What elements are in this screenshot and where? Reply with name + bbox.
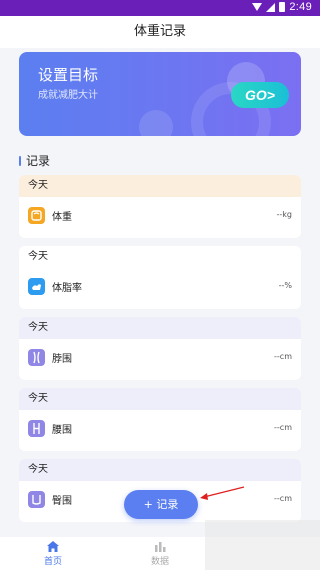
- record-name: 腰围: [52, 425, 72, 436]
- watermark-overlay: [205, 520, 320, 570]
- battery-icon: [279, 2, 286, 12]
- add-record-button[interactable]: + 记录: [124, 490, 198, 519]
- record-name: 脖围: [52, 354, 72, 365]
- banner-subtitle: 成就减肥大计: [38, 90, 98, 101]
- status-time: 2:49: [289, 1, 312, 13]
- tab-data-label: 数据: [150, 557, 169, 567]
- record-value: --cm: [274, 494, 292, 503]
- record-value: --cm: [274, 352, 292, 361]
- section-accent-bar: [19, 155, 21, 166]
- record-name: 体重: [52, 212, 72, 223]
- goal-banner[interactable]: 设置目标 成就减肥大计 GO>: [19, 52, 301, 136]
- body-fat-icon: [28, 278, 45, 295]
- section-title-label: 记录: [26, 154, 51, 168]
- annotation-arrow-icon: [200, 486, 245, 500]
- bar-chart-icon: [155, 542, 166, 552]
- record-name: 体脂率: [52, 283, 82, 294]
- go-button[interactable]: GO>: [231, 82, 289, 108]
- record-date: 今天: [19, 317, 301, 339]
- banner-decoration: [139, 110, 173, 136]
- record-date: 今天: [19, 246, 301, 268]
- record-name: 臀围: [52, 496, 72, 507]
- record-card-body-fat[interactable]: 今天 体脂率 --%: [19, 246, 301, 309]
- waist-icon: [28, 420, 45, 437]
- page-title: 体重记录: [133, 24, 186, 39]
- record-date: 今天: [19, 175, 301, 197]
- neck-icon: [28, 349, 45, 366]
- record-card-waist[interactable]: 今天 腰围 --cm: [19, 388, 301, 451]
- tab-data[interactable]: 数据: [140, 540, 180, 567]
- record-card-neck[interactable]: 今天 脖围 --cm: [19, 317, 301, 380]
- signal-icon: [266, 2, 276, 12]
- status-bar: 2:49: [0, 0, 320, 16]
- home-icon: [47, 541, 59, 552]
- record-card-weight[interactable]: 今天 体重 --kg: [19, 175, 301, 238]
- record-value: --%: [278, 281, 292, 290]
- records-section-title: 记录: [19, 152, 50, 169]
- hip-icon: [28, 491, 45, 508]
- record-value: --cm: [274, 423, 292, 432]
- record-value: --kg: [276, 210, 292, 219]
- wifi-icon: [252, 3, 263, 11]
- tab-home-label: 首页: [43, 557, 62, 567]
- app-bar: 体重记录: [0, 16, 320, 48]
- tab-home[interactable]: 首页: [33, 540, 73, 567]
- record-date: 今天: [19, 388, 301, 410]
- scale-icon: [28, 207, 45, 224]
- record-date: 今天: [19, 459, 301, 481]
- banner-title: 设置目标: [38, 66, 99, 84]
